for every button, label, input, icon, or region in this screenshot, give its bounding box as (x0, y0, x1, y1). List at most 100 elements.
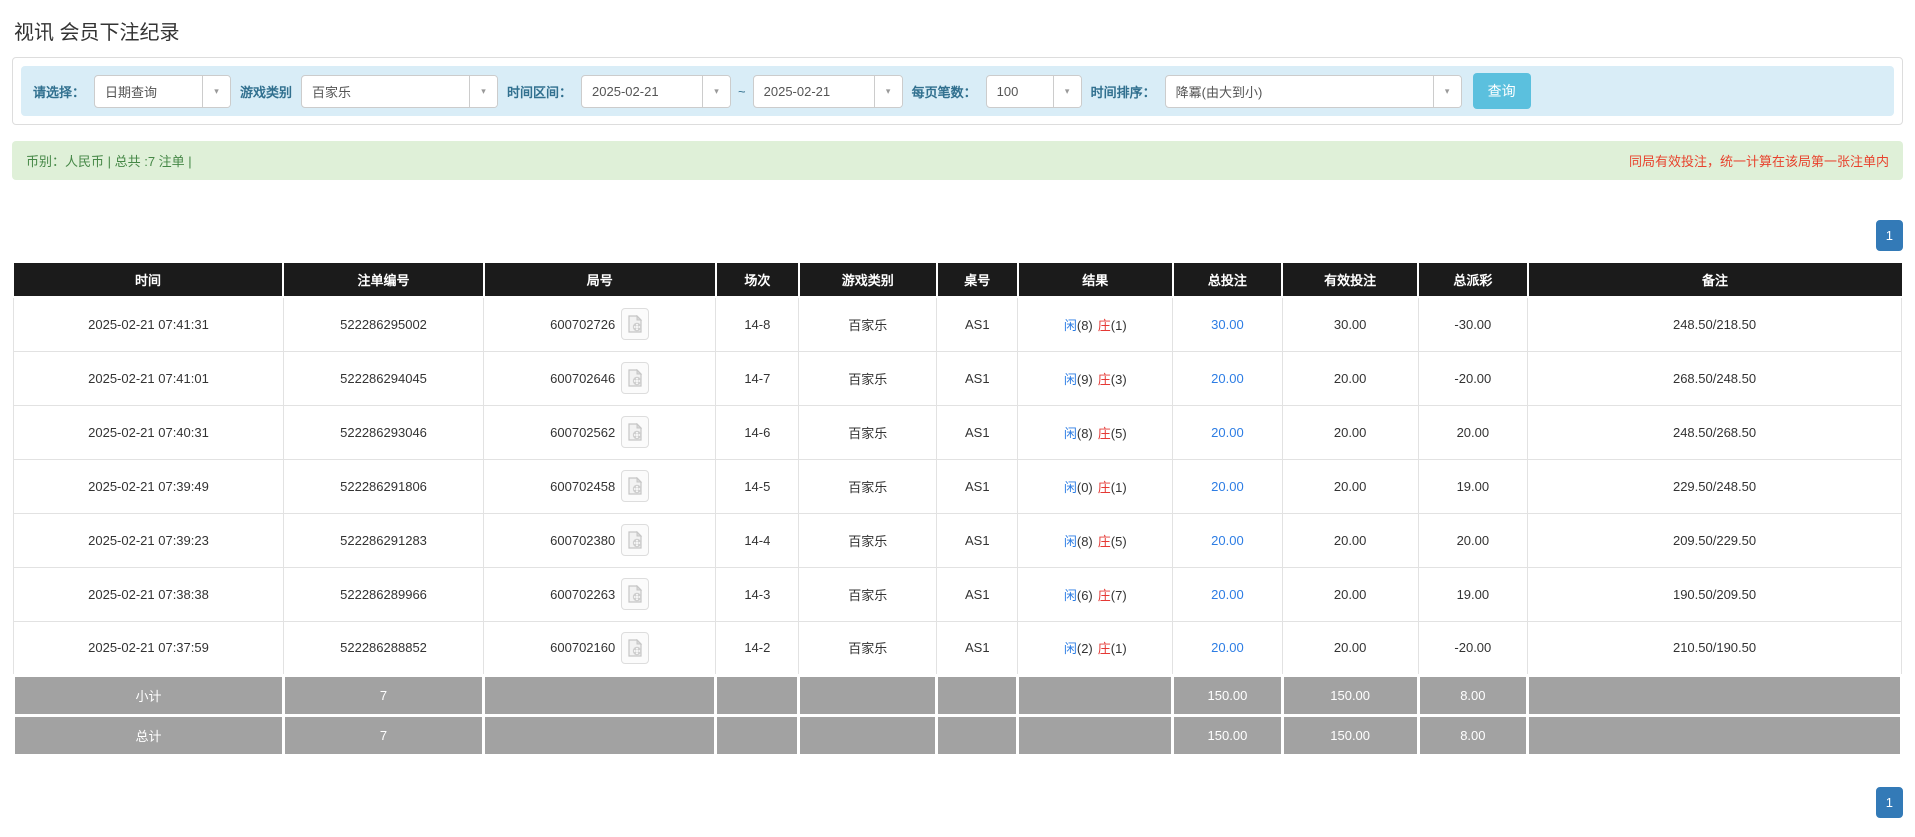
remark: 248.50/268.50 (1527, 404, 1902, 460)
bet-time: 2025-02-21 07:37:59 (13, 620, 284, 676)
total-payout-value: -20.00 (1417, 350, 1529, 406)
empty-cell (714, 673, 801, 717)
table-number: AS1 (936, 566, 1019, 622)
table-row: 2025-02-21 07:39:23 522286291283 6007023… (13, 512, 1902, 568)
empty-cell (935, 673, 1020, 717)
result-banker-label: 庄 (1097, 641, 1111, 656)
round-cell: 600702458 (483, 458, 717, 514)
result-banker-label: 庄 (1097, 371, 1111, 387)
table-row: 2025-02-21 07:39:49 522286291806 6007024… (13, 458, 1902, 514)
result-player-label: 闲 (1063, 317, 1077, 333)
session-number: 14-3 (715, 566, 800, 622)
round-id: 600702726 (550, 316, 616, 332)
column-header: 游戏类别 (798, 263, 938, 298)
round-id: 600702646 (550, 370, 616, 386)
chevron-down-icon: ▾ (1432, 75, 1461, 107)
empty-cell (482, 713, 718, 757)
empty-cell (714, 713, 801, 757)
bet-time: 2025-02-21 07:38:38 (13, 566, 284, 622)
total-bet-cell: 20.00 (1172, 350, 1283, 406)
bet-records-table: 时间 注单编号 局号 场次 游戏类别 桌号 结果 总投注 有效投注 总派彩 备注 2025-02-2… (12, 263, 1903, 757)
bet-time: 2025-02-21 07:41:01 (13, 350, 284, 406)
total-total-bet: 150.00 (1171, 713, 1284, 757)
valid-bet: 20.00 (1281, 512, 1419, 568)
result-player-points: (2) (1076, 641, 1093, 656)
video-replay-button[interactable] (621, 362, 650, 394)
query-type-label: 请选择： (33, 84, 86, 100)
game-type: 百家乐 (798, 350, 938, 406)
column-header: 备注 (1527, 263, 1902, 298)
result-banker-label: 庄 (1097, 425, 1111, 441)
game-type-select[interactable]: 百家乐 ▾ (301, 74, 499, 108)
search-button[interactable]: 查询 (1472, 73, 1531, 109)
video-replay-button[interactable] (621, 470, 650, 502)
bet-time: 2025-02-21 07:41:31 (13, 296, 284, 352)
round-id: 600702160 (550, 640, 616, 655)
total-payout-value: 20.00 (1417, 512, 1529, 568)
empty-cell (1526, 713, 1903, 757)
empty-cell (797, 713, 939, 757)
summary-bar: 币别：人民币 | 总共 :7 注单 | 同局有效投注，统一计算在该局第一张注单内 (12, 141, 1903, 180)
bet-id: 522286295002 (282, 296, 485, 352)
column-header: 时间 (13, 263, 285, 298)
total-bet-link[interactable]: 20.00 (1211, 587, 1244, 602)
total-bet-link[interactable]: 20.00 (1211, 533, 1244, 548)
date-from-select[interactable]: 2025-02-21 ▾ (581, 74, 732, 108)
session-number: 14-6 (715, 404, 800, 460)
video-replay-button[interactable] (621, 308, 650, 341)
table-header: 时间 注单编号 局号 场次 游戏类别 桌号 结果 总投注 有效投注 总派彩 备注 (13, 263, 1902, 298)
result-cell: 闲(9) 庄(3) (1017, 350, 1174, 406)
total-payout-value: 19.00 (1417, 458, 1529, 514)
bet-time: 2025-02-21 07:39:23 (13, 512, 284, 568)
video-file-icon (628, 585, 643, 603)
video-replay-button[interactable] (621, 631, 650, 664)
total-payout-value: 19.00 (1417, 566, 1529, 622)
result-cell: 闲(8) 庄(5) (1017, 404, 1174, 460)
total-bet-link[interactable]: 20.00 (1211, 425, 1244, 440)
remark: 209.50/229.50 (1527, 512, 1902, 568)
valid-bet: 30.00 (1281, 296, 1419, 352)
date-to-select[interactable]: 2025-02-21 ▾ (752, 74, 903, 108)
empty-cell (1016, 713, 1175, 757)
round-cell: 600702726 (483, 296, 717, 352)
subtotal-total-bet: 150.00 (1171, 673, 1284, 717)
empty-cell (935, 713, 1020, 757)
pagination-bottom: 1 (12, 786, 1903, 818)
time-sort-value: 降冪(由大到小) (1175, 84, 1263, 100)
filter-bar: 请选择： 日期查询 ▾ 游戏类别 百家乐 ▾ 时间区间： 2025-02-21 … (21, 66, 1894, 116)
total-bet-link[interactable]: 30.00 (1211, 317, 1244, 332)
total-payout: 8.00 (1416, 713, 1530, 757)
round-id: 600702380 (550, 532, 616, 548)
total-bet-link[interactable]: 20.00 (1211, 479, 1244, 494)
result-banker-points: (7) (1110, 587, 1127, 603)
round-id: 600702458 (550, 478, 616, 494)
date-from-value: 2025-02-21 (592, 83, 659, 99)
pagination-page-1-button[interactable]: 1 (1875, 220, 1903, 251)
filter-panel: 请选择： 日期查询 ▾ 游戏类别 百家乐 ▾ 时间区间： 2025-02-21 … (12, 57, 1903, 125)
total-bet-link[interactable]: 20.00 (1211, 371, 1244, 386)
query-type-select[interactable]: 日期查询 ▾ (94, 74, 232, 108)
result-player-label: 闲 (1063, 479, 1077, 495)
video-file-icon (628, 477, 643, 495)
remark: 210.50/190.50 (1527, 620, 1902, 676)
valid-bet: 20.00 (1281, 350, 1419, 406)
round-id: 600702562 (550, 424, 616, 440)
video-file-icon (628, 315, 643, 333)
total-valid-bet: 150.00 (1280, 713, 1420, 757)
video-replay-button[interactable] (621, 524, 650, 556)
pagination-page-1-button[interactable]: 1 (1875, 786, 1903, 818)
bet-time: 2025-02-21 07:40:31 (13, 404, 284, 460)
bet-id: 522286289966 (282, 566, 485, 622)
total-payout-value: -20.00 (1417, 620, 1529, 676)
total-bet-link[interactable]: 20.00 (1211, 640, 1244, 655)
bet-id: 522286293046 (282, 404, 485, 460)
table-body: 2025-02-21 07:41:31 522286295002 6007027… (13, 296, 1902, 676)
table-row: 2025-02-21 07:40:31 522286293046 6007025… (13, 404, 1902, 460)
video-replay-button[interactable] (621, 416, 650, 448)
page-size-select[interactable]: 100 ▾ (985, 74, 1082, 108)
result-player-label: 闲 (1063, 587, 1077, 603)
result-banker-points: (1) (1110, 641, 1127, 656)
video-replay-button[interactable] (621, 578, 650, 610)
column-header: 总投注 (1172, 263, 1284, 298)
time-sort-select[interactable]: 降冪(由大到小) ▾ (1164, 74, 1462, 108)
